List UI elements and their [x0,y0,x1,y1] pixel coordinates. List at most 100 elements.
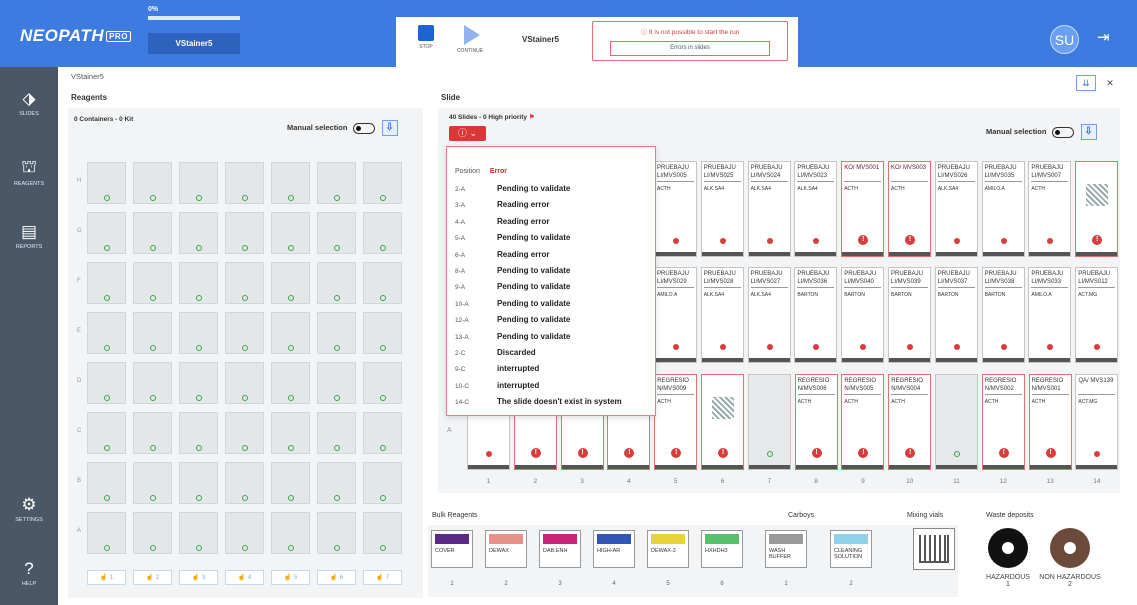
reagent-slot[interactable] [133,362,172,404]
reagent-slot[interactable] [317,312,356,354]
sidebar-item-help[interactable]: ? HELP [0,559,58,587]
download-icon[interactable]: ⇩ [1080,124,1097,140]
error-row[interactable]: 6-A Reading error [455,250,655,259]
slide-card[interactable]: PRUEBAJU LI/MVS028 ALK.SA4 [700,267,744,363]
avatar[interactable]: SU [1050,25,1079,54]
slide-card[interactable]: PRUEBAJU LI/MVS005 ACTH [654,161,697,257]
reagent-slot[interactable] [225,362,264,404]
slide-card[interactable]: REGRESIO N/MVS006 ACTH! [794,374,838,470]
bulk-container[interactable]: DEWAX-2 [647,530,689,568]
reagent-slot[interactable] [363,262,402,304]
reagent-slot[interactable] [179,362,218,404]
reagent-slot[interactable] [271,312,310,354]
reagent-slot[interactable] [225,512,264,554]
slide-card[interactable]: REGRESIO N/MVS005 ACTH! [841,374,885,470]
slide-card[interactable]: PRUEBAJU LI/MVS029 AMILO.A [654,267,697,363]
bulk-container[interactable]: HIGH-AR [593,530,635,568]
error-row[interactable]: 12-A Pending to validate [455,315,655,324]
error-row[interactable]: 9-C interrupted [455,364,655,373]
slide-card[interactable]: QA/ MVS139 ACT.MG [1075,374,1119,470]
manual-selection-toggle[interactable] [352,122,375,134]
reagent-slot[interactable] [133,262,172,304]
reagent-slot[interactable] [317,512,356,554]
reagent-position-button[interactable]: ☝ 7 [363,570,402,585]
reagent-slot[interactable] [87,312,126,354]
reagent-slot[interactable] [87,162,126,204]
slide-card[interactable]: ! [701,374,744,470]
reagent-slot[interactable] [179,512,218,554]
slide-card[interactable]: PRUEBAJU LI/MVS023 ALK.SA4 [794,161,838,257]
error-filter-button[interactable]: ⓘ ⌄ [449,126,486,141]
collapse-icon[interactable]: ⇊ [1076,75,1096,91]
slide-card[interactable] [935,374,978,470]
bulk-container[interactable]: CLEANING SOLUTION [830,530,872,568]
reagent-slot[interactable] [179,262,218,304]
reagent-slot[interactable] [317,362,356,404]
reagent-slot[interactable] [87,412,126,454]
reagent-slot[interactable] [363,162,402,204]
logout-icon[interactable]: ⇥ [1097,28,1110,46]
reagent-slot[interactable] [87,362,126,404]
slide-card[interactable]: PRUEBAJU LI/MVS024 ALK.SA4 [747,161,791,257]
reagent-slot[interactable] [179,312,218,354]
waste-deposit[interactable] [1050,528,1090,568]
tools-icon[interactable]: ✕ [1100,76,1120,92]
slide-card[interactable]: PRUEBAJU LI/MVS040 BARTON [841,267,885,363]
continue-button[interactable]: CONTINUE [454,23,486,61]
bulk-container[interactable]: HXHDH3 [701,530,743,568]
bulk-container[interactable]: DAB.ENH [539,530,581,568]
reagent-slot[interactable] [133,412,172,454]
reagent-slot[interactable] [133,212,172,254]
error-row[interactable]: 4-A Reading error [455,217,655,226]
error-row[interactable]: 10-A Pending to validate [455,299,655,308]
reagent-slot[interactable] [179,412,218,454]
manual-selection-toggle[interactable] [1051,126,1074,138]
sidebar-item-reagents[interactable]: ⛫ REAGENTS [0,157,58,187]
reagent-slot[interactable] [271,412,310,454]
slide-card[interactable]: PRUEBAJU LI/MVS033 AMILO.A [1028,267,1072,363]
reagent-position-button[interactable]: ☝ 4 [225,570,264,585]
reagent-slot[interactable] [87,262,126,304]
reagent-slot[interactable] [317,412,356,454]
slide-card[interactable]: PRUEBAJU LI/MVS027 ALK.SA4 [747,267,791,363]
reagent-slot[interactable] [179,462,218,504]
reagent-slot[interactable] [363,412,402,454]
reagent-slot[interactable] [133,312,172,354]
reagent-slot[interactable] [225,212,264,254]
reagent-slot[interactable] [225,462,264,504]
slide-card[interactable]: PRUEBAJU LI/MVS025 ALK.SA4 [700,161,744,257]
reagent-slot[interactable] [225,262,264,304]
sidebar-item-slides[interactable]: ⬗ SLIDES [0,89,58,117]
error-row[interactable]: 2-C Discarded [455,348,655,357]
slide-card[interactable]: PRUEBAJU LI/MVS036 BARTON [794,267,838,363]
reagent-slot[interactable] [225,312,264,354]
slide-card[interactable]: KO/ MVS001 ACTH! [841,161,885,257]
reagent-slot[interactable] [363,462,402,504]
reagent-slot[interactable] [271,162,310,204]
waste-deposit[interactable] [988,528,1028,568]
error-row[interactable]: 5-A Pending to validate [455,233,655,242]
error-row[interactable]: 13-A Pending to validate [455,332,655,341]
reagent-position-button[interactable]: ☝ 1 [87,570,126,585]
reagent-slot[interactable] [133,512,172,554]
reagent-slot[interactable] [363,212,402,254]
reagent-slot[interactable] [363,362,402,404]
bulk-container[interactable]: DEWAX [485,530,527,568]
reagent-slot[interactable] [363,312,402,354]
slide-card[interactable]: PRUEBAJU LI/MVS038 BARTON [981,267,1025,363]
reagent-position-button[interactable]: ☝ 6 [317,570,356,585]
bulk-container[interactable]: COVER [431,530,473,568]
reagent-position-button[interactable]: ☝ 5 [271,570,310,585]
reagent-slot[interactable] [271,362,310,404]
reagent-slot[interactable] [225,412,264,454]
reagent-slot[interactable] [133,462,172,504]
reagent-slot[interactable] [87,462,126,504]
slide-card[interactable]: REGRESIO N/MVS001 ACTH! [1028,374,1072,470]
error-row[interactable]: 14-C The slide doesn't exist in system [455,397,655,406]
slide-card[interactable]: PRUEBAJU LI/MVS012 ACT.MG [1075,267,1119,363]
stop-button[interactable]: STOP [410,23,442,61]
reagent-position-button[interactable]: ☝ 2 [133,570,172,585]
reagent-slot[interactable] [225,162,264,204]
sidebar-item-reports[interactable]: ▤ REPORTS [0,222,58,250]
slide-card[interactable]: PRUEBAJU LI/MVS026 ALK.SA4 [934,161,978,257]
